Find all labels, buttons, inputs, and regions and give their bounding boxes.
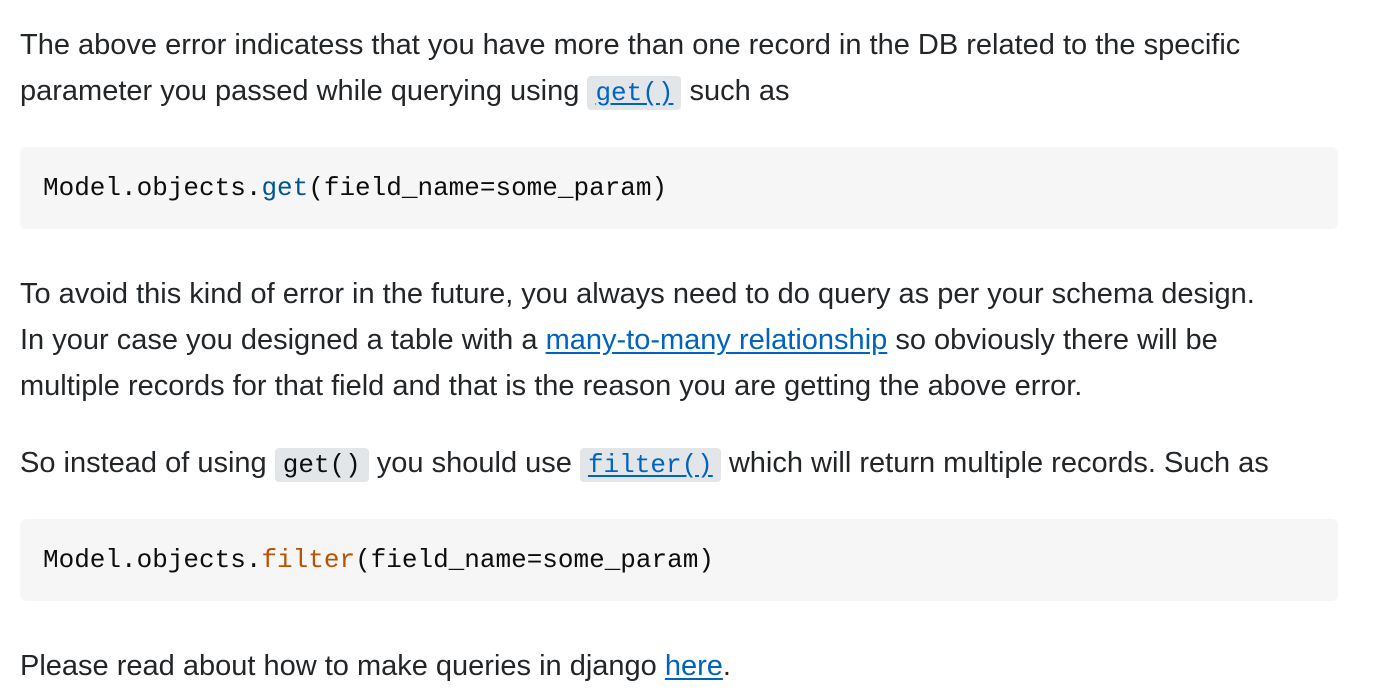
paragraph-text: such as: [681, 75, 790, 107]
paragraph-text: .: [722, 650, 731, 682]
paragraph-text: So instead of using: [20, 447, 275, 479]
paragraph-error-explanation: The above error indicatess that you have…: [20, 22, 1350, 116]
inline-code-get: get(): [274, 448, 369, 482]
paragraph-text: you should use: [368, 447, 580, 479]
paragraph-read-more: Please read about how to make queries in…: [20, 643, 1350, 689]
paragraph-text: which will return multiple records. Such…: [720, 447, 1269, 479]
code-method: get: [261, 173, 309, 203]
code-block-filter: Model.objects.filter(field_name=some_par…: [20, 519, 1338, 601]
paragraph-text: so obviously there will be: [887, 324, 1218, 356]
get-docs-link[interactable]: get(): [587, 76, 682, 110]
paragraph-use-filter: So instead of using get() you should use…: [20, 440, 1350, 488]
code-text: (field_name=some_param): [308, 173, 668, 203]
filter-docs-link[interactable]: filter(): [579, 448, 721, 482]
many-to-many-link[interactable]: many-to-many relationship: [546, 324, 888, 356]
paragraph-text: multiple records for that field and that…: [20, 370, 1083, 402]
code-block-get: Model.objects.get(field_name=some_param): [20, 147, 1338, 229]
code-text: Model.objects.: [43, 545, 262, 575]
paragraph-text: The above error indicatess that you have…: [20, 29, 1241, 61]
code-text: (field_name=some_param): [355, 545, 714, 575]
paragraph-text: To avoid this kind of error in the futur…: [20, 278, 1255, 310]
paragraph-text: Please read about how to make queries in…: [20, 650, 665, 682]
paragraph-text: parameter you passed while querying usin…: [20, 75, 588, 107]
answer-body: The above error indicatess that you have…: [20, 22, 1350, 689]
code-method: filter: [261, 545, 356, 575]
paragraph-schema-advice: To avoid this kind of error in the futur…: [20, 271, 1350, 409]
code-text: Model.objects.: [43, 173, 262, 203]
here-link[interactable]: here: [665, 650, 723, 682]
paragraph-text: In your case you designed a table with a: [20, 324, 546, 356]
